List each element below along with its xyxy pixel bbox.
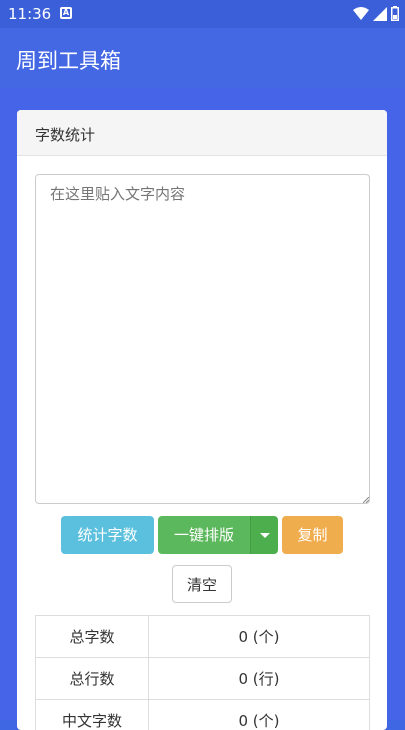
signal-icon (373, 7, 387, 21)
app-title: 周到工具箱 (16, 45, 121, 75)
battery-icon (391, 6, 399, 21)
count-words-button[interactable]: 统计字数 (61, 516, 154, 554)
stat-label: 中文字数 (36, 700, 149, 730)
status-bar: 11:36 A (0, 0, 405, 28)
copy-button[interactable]: 复制 (282, 516, 343, 554)
notification-a-icon: A (60, 7, 72, 19)
wifi-icon (353, 7, 369, 21)
format-dropdown-button[interactable] (250, 516, 278, 554)
status-icons (353, 6, 399, 21)
text-input[interactable] (35, 174, 370, 504)
clear-button[interactable]: 清空 (172, 565, 232, 603)
table-row: 总字数 0 (个) (36, 616, 370, 658)
stat-value: 0 (个) (149, 700, 370, 730)
card-header: 字数统计 (17, 110, 387, 156)
resize-handle-icon[interactable] (363, 497, 369, 503)
table-row: 总行数 0 (行) (36, 658, 370, 700)
format-button[interactable]: 一键排版 (158, 516, 250, 554)
main-content: 字数统计 统计字数 一键排版 复制 清空 总字数 0 (个) 总行数 0 (行)… (0, 88, 405, 720)
status-time: 11:36 (8, 5, 51, 23)
stat-value: 0 (行) (149, 658, 370, 700)
table-row: 中文字数 0 (个) (36, 700, 370, 730)
app-bar: 周到工具箱 (0, 28, 405, 88)
stat-label: 总字数 (36, 616, 149, 658)
card-title: 字数统计 (35, 124, 95, 145)
stats-table: 总字数 0 (个) 总行数 0 (行) 中文字数 0 (个) (35, 615, 370, 730)
stat-value: 0 (个) (149, 616, 370, 658)
stat-label: 总行数 (36, 658, 149, 700)
word-count-card: 字数统计 统计字数 一键排版 复制 清空 总字数 0 (个) 总行数 0 (行)… (17, 110, 387, 730)
caret-down-icon (260, 533, 270, 538)
